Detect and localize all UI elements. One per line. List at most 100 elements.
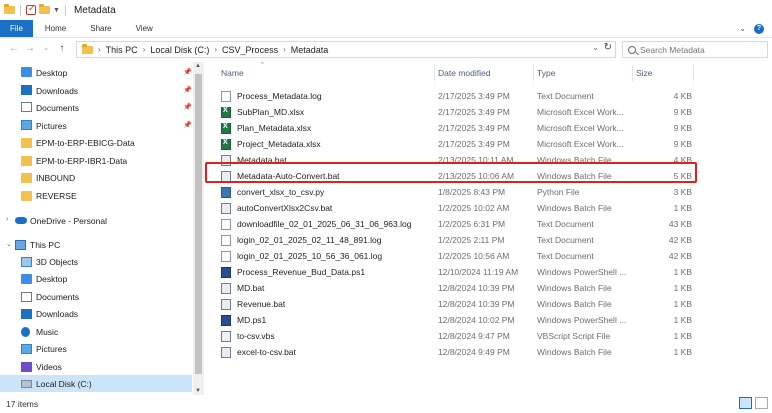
nav-item-desktop-pc[interactable]: Desktop — [0, 270, 192, 287]
downloads-icon — [21, 85, 32, 95]
chevron-right-icon[interactable]: › — [98, 45, 101, 54]
pin-icon[interactable]: 📌 — [183, 121, 192, 129]
breadcrumb-this-pc[interactable]: This PC — [106, 45, 138, 55]
file-date: 2/17/2025 3:49 PM — [438, 107, 510, 117]
nav-item-3d-objects[interactable]: 3D Objects — [0, 253, 192, 270]
tab-file[interactable]: File — [0, 20, 33, 37]
nav-item-downloads[interactable]: Downloads 📌 — [0, 82, 192, 99]
text-file-icon — [221, 235, 231, 246]
folder-icon — [4, 4, 15, 14]
nav-item-downloads-pc[interactable]: Downloads — [0, 305, 192, 322]
file-row[interactable]: login_02_01_2025_02_11_48_891.log 1/2/20… — [217, 232, 693, 248]
search-input[interactable] — [640, 44, 760, 55]
view-toggle — [739, 397, 768, 409]
tab-view[interactable]: View — [124, 20, 165, 37]
column-header-size[interactable]: Size — [636, 68, 653, 78]
nav-item-documents[interactable]: Documents 📌 — [0, 99, 192, 116]
batch-file-icon — [221, 203, 231, 214]
nav-scrollbar[interactable]: ▲ ▼ — [193, 62, 204, 395]
chevron-right-icon[interactable]: › — [143, 45, 146, 54]
nav-item-pictures-pc[interactable]: Pictures — [0, 340, 192, 357]
nav-item-documents-pc[interactable]: Documents — [0, 288, 192, 305]
chevron-right-icon[interactable]: › — [214, 45, 217, 54]
powershell-file-icon — [221, 315, 231, 326]
back-arrow-icon[interactable]: ← — [8, 43, 20, 54]
customize-toolbar-icon[interactable]: ▼ — [53, 7, 60, 14]
file-row[interactable]: MD.ps1 12/8/2024 10:02 PM Windows PowerS… — [217, 312, 693, 328]
nav-item-reverse[interactable]: REVERSE — [0, 187, 192, 204]
scrollbar-thumb[interactable] — [195, 74, 202, 374]
nav-item-inbound[interactable]: INBOUND — [0, 169, 192, 186]
file-row[interactable]: to-csv.vbs 12/8/2024 9:47 PM VBScript Sc… — [217, 328, 693, 344]
file-row[interactable]: Plan_Metadata.xlsx 2/17/2025 3:49 PM Mic… — [217, 120, 693, 136]
help-icon[interactable]: ? — [754, 23, 764, 34]
quick-access-toolbar: ▼ — [0, 3, 68, 16]
nav-item-pictures[interactable]: Pictures 📌 — [0, 117, 192, 134]
nav-item-label: Downloads — [36, 86, 79, 96]
file-row[interactable]: Project_Metadata.xlsx 2/17/2025 3:49 PM … — [217, 136, 693, 152]
nav-item-epm-to-erp-ebicg-data[interactable]: EPM-to-ERP-EBICG-Data — [0, 134, 192, 151]
properties-icon[interactable] — [26, 3, 36, 15]
sort-ascending-icon: ^ — [261, 62, 264, 68]
nav-item-label: Desktop — [36, 68, 68, 78]
nav-item-label: Videos — [36, 362, 62, 372]
address-bar[interactable]: › This PC › Local Disk (C:) › CSV_Proces… — [76, 41, 616, 58]
pin-icon[interactable]: 📌 — [183, 103, 192, 111]
scroll-up-icon[interactable]: ▲ — [195, 63, 201, 69]
column-header-name[interactable]: Name — [221, 68, 244, 78]
nav-item-epm-to-erp-ibr1-data[interactable]: EPM-to-ERP-IBR1-Data — [0, 152, 192, 169]
file-row[interactable]: SubPlan_MD.xlsx 2/17/2025 3:49 PM Micros… — [217, 104, 693, 120]
desktop-icon — [21, 274, 32, 284]
nav-item-videos[interactable]: Videos — [0, 358, 192, 375]
status-bar: 17 items — [0, 395, 772, 413]
large-icons-view-icon[interactable] — [755, 397, 768, 409]
file-row[interactable]: Process_Metadata.log 2/17/2025 3:49 PM T… — [217, 88, 693, 104]
nav-item-this-pc[interactable]: ⌄ This PC — [0, 236, 192, 253]
up-arrow-icon[interactable]: ↑ — [56, 43, 68, 54]
file-row[interactable]: autoConvertXlsx2Csv.bat 1/2/2025 10:02 A… — [217, 200, 693, 216]
file-name: login_02_01_2025_10_56_36_061.log — [237, 251, 383, 261]
pin-icon[interactable]: 📌 — [183, 86, 192, 94]
pin-icon[interactable]: 📌 — [183, 68, 192, 76]
file-row[interactable]: MD.bat 12/8/2024 10:39 PM Windows Batch … — [217, 280, 693, 296]
breadcrumb-local-disk[interactable]: Local Disk (C:) — [150, 45, 209, 55]
file-date: 1/2/2025 6:31 PM — [438, 219, 506, 229]
nav-item-onedrive[interactable]: › OneDrive - Personal — [0, 212, 192, 229]
local-disk-icon — [21, 380, 32, 388]
file-row[interactable]: login_02_01_2025_10_56_36_061.log 1/2/20… — [217, 248, 693, 264]
nav-item-label: Desktop — [36, 274, 68, 284]
recent-locations-icon[interactable]: ⌄ — [40, 44, 52, 52]
file-row[interactable]: excel-to-csv.bat 12/8/2024 9:49 PM Windo… — [217, 344, 693, 360]
forward-arrow-icon[interactable]: → — [24, 43, 36, 54]
file-date: 12/8/2024 9:47 PM — [438, 331, 510, 341]
downloads-icon — [21, 309, 32, 319]
search-box[interactable] — [622, 41, 768, 58]
file-date: 1/2/2025 10:02 AM — [438, 203, 510, 213]
nav-item-music[interactable]: Music — [0, 323, 192, 340]
file-row[interactable]: Revenue.bat 12/8/2024 10:39 PM Windows B… — [217, 296, 693, 312]
refresh-icon[interactable]: ↻ — [604, 42, 612, 53]
file-row[interactable]: downloadfile_02_01_2025_06_31_06_963.log… — [217, 216, 693, 232]
window-title: Metadata — [73, 4, 116, 16]
scroll-down-icon[interactable]: ▼ — [195, 388, 201, 394]
file-row[interactable]: Process_Revenue_Bud_Data.ps1 12/10/2024 … — [217, 264, 693, 280]
details-view-icon[interactable] — [739, 397, 752, 409]
chevron-right-icon[interactable]: › — [283, 45, 286, 54]
file-row[interactable]: convert_xlsx_to_csv.py 1/8/2025 8:43 PM … — [217, 184, 693, 200]
nav-item-local-disk[interactable]: Local Disk (C:) — [0, 375, 192, 392]
new-folder-icon[interactable] — [39, 4, 50, 14]
breadcrumb-metadata[interactable]: Metadata — [291, 45, 329, 55]
nav-item-label: REVERSE — [36, 191, 77, 201]
chevron-down-icon[interactable]: ⌄ — [592, 43, 599, 52]
file-name: SubPlan_MD.xlsx — [237, 107, 305, 117]
column-header-type[interactable]: Type — [537, 68, 555, 78]
divider — [533, 65, 534, 81]
nav-item-desktop[interactable]: Desktop 📌 — [0, 64, 192, 81]
chevron-right-icon[interactable]: › — [6, 216, 8, 223]
column-header-date-modified[interactable]: Date modified — [438, 68, 490, 78]
chevron-down-icon[interactable]: ⌄ — [6, 240, 12, 248]
breadcrumb-csv-process[interactable]: CSV_Process — [222, 45, 278, 55]
expand-ribbon-icon[interactable]: ⌄ — [739, 24, 746, 33]
tab-home[interactable]: Home — [33, 20, 78, 37]
tab-share[interactable]: Share — [78, 20, 123, 37]
